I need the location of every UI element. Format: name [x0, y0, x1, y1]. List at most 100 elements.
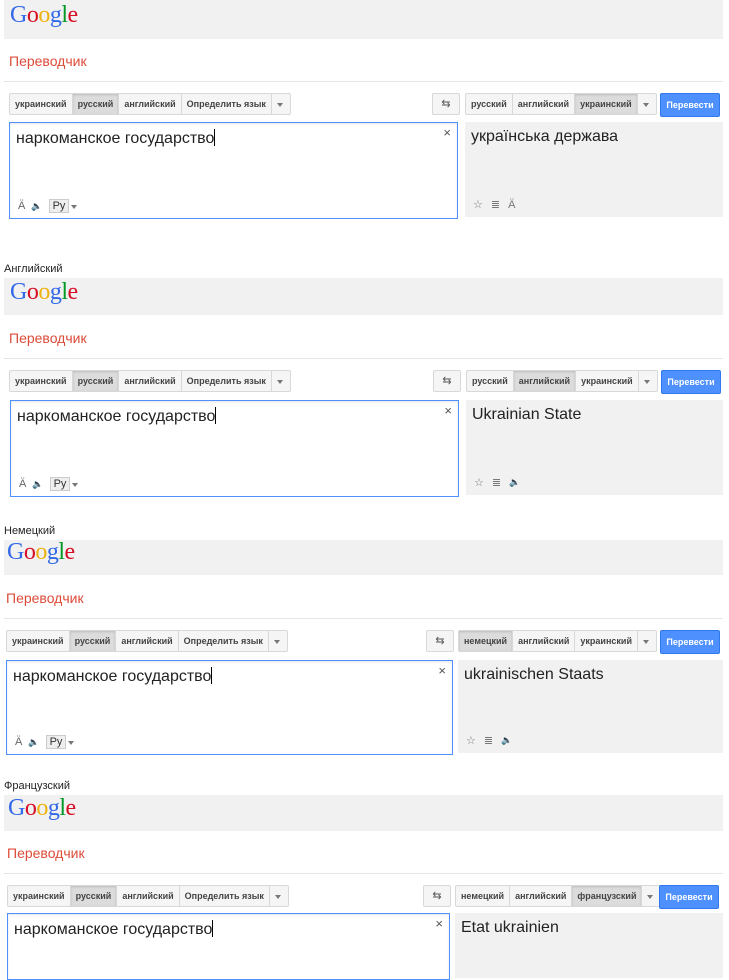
- target-lang-dropdown-icon[interactable]: [638, 631, 656, 651]
- source-text-box[interactable]: наркоманское государство × Ä 🔈 Ру: [9, 122, 458, 219]
- target-lang-3[interactable]: украинский: [576, 371, 639, 391]
- source-tools: Ä 🔈 Ру: [15, 735, 75, 749]
- google-logo[interactable]: Google: [7, 539, 75, 566]
- transliterate-icon[interactable]: Ä: [15, 736, 22, 748]
- chevron-down-icon[interactable]: [71, 204, 78, 212]
- transliterate-icon[interactable]: Ä: [508, 199, 515, 211]
- swap-languages-icon[interactable]: ⇆: [426, 630, 454, 652]
- list-icon[interactable]: ≣: [491, 198, 500, 211]
- clear-icon[interactable]: ×: [438, 663, 446, 678]
- list-icon[interactable]: ≣: [492, 476, 501, 489]
- star-icon[interactable]: ☆: [466, 734, 476, 747]
- source-lang-ukrainian[interactable]: украинский: [7, 631, 70, 651]
- source-lang-dropdown-icon[interactable]: [272, 94, 290, 114]
- page-title: Переводчик: [9, 53, 87, 69]
- speaker-icon[interactable]: 🔈: [32, 479, 43, 490]
- target-tools: ☆ ≣ 🔈: [474, 476, 520, 489]
- source-text-input[interactable]: наркоманское государство: [13, 667, 213, 686]
- source-lang-russian[interactable]: русский: [72, 94, 120, 114]
- source-lang-detect[interactable]: Определить язык: [179, 631, 269, 651]
- source-lang-ukrainian[interactable]: украинский: [10, 94, 73, 114]
- source-lang-english[interactable]: английский: [119, 94, 182, 114]
- target-lang-2[interactable]: английский: [513, 371, 577, 391]
- google-logo[interactable]: Google: [10, 2, 78, 29]
- target-lang-2[interactable]: английский: [513, 94, 576, 114]
- speaker-icon[interactable]: 🔈: [509, 477, 520, 488]
- list-icon[interactable]: ≣: [484, 734, 493, 747]
- source-text-input[interactable]: наркоманское государство: [14, 920, 214, 939]
- section-label: Французский: [4, 780, 70, 792]
- input-tools-button[interactable]: Ру: [45, 735, 67, 749]
- target-lang-dropdown-icon[interactable]: [638, 94, 656, 114]
- source-lang-russian[interactable]: русский: [70, 886, 118, 906]
- source-lang-bar: украинский русский английский Определить…: [7, 885, 289, 907]
- target-lang-2[interactable]: английский: [510, 886, 573, 906]
- speaker-icon[interactable]: 🔈: [28, 737, 39, 748]
- translate-button[interactable]: Перевести: [660, 93, 720, 117]
- target-lang-dropdown-icon[interactable]: [642, 886, 660, 906]
- target-text-box: Etat ukrainien: [455, 913, 723, 978]
- input-tools-button[interactable]: Ру: [48, 199, 70, 213]
- divider: [4, 618, 723, 619]
- source-lang-dropdown-icon[interactable]: [272, 371, 290, 391]
- translate-button[interactable]: Перевести: [660, 630, 720, 654]
- google-logo[interactable]: Google: [10, 279, 78, 306]
- section-label: Немецкий: [4, 525, 56, 537]
- source-lang-detect[interactable]: Определить язык: [180, 886, 270, 906]
- source-text-box[interactable]: наркоманское государство × Ä 🔈 Ру: [6, 660, 453, 755]
- target-lang-1[interactable]: немецкий: [459, 631, 514, 651]
- google-bar: [4, 540, 723, 575]
- source-lang-russian[interactable]: русский: [72, 371, 120, 391]
- transliterate-icon[interactable]: Ä: [19, 478, 26, 490]
- source-tools: Ä 🔈 Ру: [19, 477, 79, 491]
- target-lang-3[interactable]: украинский: [575, 631, 638, 651]
- translator-panel-3: Немецкий Google Переводчик украинский ру…: [0, 524, 729, 760]
- source-text-box[interactable]: наркоманское государство ×: [7, 913, 450, 980]
- target-tools: ☆ ≣ Ä: [473, 198, 515, 212]
- source-lang-russian[interactable]: русский: [69, 631, 117, 651]
- swap-languages-icon[interactable]: ⇆: [433, 370, 461, 392]
- target-lang-bar: русский английский украинский: [466, 370, 658, 392]
- target-text-box: ukrainischen Staats ☆ ≣ 🔈: [458, 660, 723, 753]
- source-lang-english[interactable]: английский: [119, 371, 182, 391]
- source-lang-detect[interactable]: Определить язык: [182, 94, 272, 114]
- swap-languages-icon[interactable]: ⇆: [432, 93, 460, 115]
- source-text-input[interactable]: наркоманское государство: [16, 129, 216, 148]
- target-lang-1[interactable]: русский: [466, 94, 513, 114]
- speaker-icon[interactable]: 🔈: [31, 201, 42, 212]
- target-lang-2[interactable]: английский: [513, 631, 576, 651]
- chevron-down-icon[interactable]: [68, 740, 75, 748]
- clear-icon[interactable]: ×: [435, 916, 443, 931]
- clear-icon[interactable]: ×: [444, 403, 452, 418]
- google-bar: [4, 795, 723, 831]
- target-lang-3[interactable]: французский: [572, 886, 643, 906]
- swap-languages-icon[interactable]: ⇆: [423, 885, 451, 907]
- source-lang-detect[interactable]: Определить язык: [182, 371, 272, 391]
- source-lang-ukrainian[interactable]: украинский: [8, 886, 71, 906]
- star-icon[interactable]: ☆: [474, 476, 484, 489]
- translate-button[interactable]: Перевести: [661, 370, 721, 394]
- transliterate-icon[interactable]: Ä: [18, 200, 25, 212]
- chevron-down-icon[interactable]: [72, 482, 79, 490]
- target-lang-1[interactable]: русский: [467, 371, 514, 391]
- speaker-icon[interactable]: 🔈: [501, 735, 512, 746]
- input-tools-button[interactable]: Ру: [49, 477, 71, 491]
- target-lang-1[interactable]: немецкий: [456, 886, 511, 906]
- source-lang-bar: украинский русский английский Определить…: [9, 370, 291, 392]
- google-logo[interactable]: Google: [8, 795, 76, 822]
- target-lang-3[interactable]: украинский: [575, 94, 638, 114]
- page-title: Переводчик: [9, 330, 87, 346]
- clear-icon[interactable]: ×: [443, 125, 451, 140]
- source-lang-english[interactable]: английский: [117, 886, 180, 906]
- source-lang-dropdown-icon[interactable]: [270, 886, 288, 906]
- target-lang-dropdown-icon[interactable]: [639, 371, 657, 391]
- source-lang-bar: украинский русский английский Определить…: [6, 630, 288, 652]
- source-lang-ukrainian[interactable]: украинский: [10, 371, 73, 391]
- source-text-box[interactable]: наркоманское государство × Ä 🔈 Ру: [10, 400, 459, 497]
- source-lang-english[interactable]: английский: [116, 631, 179, 651]
- source-lang-dropdown-icon[interactable]: [269, 631, 287, 651]
- translate-button[interactable]: Перевести: [659, 885, 719, 909]
- star-icon[interactable]: ☆: [473, 198, 483, 211]
- target-lang-bar: русский английский украинский: [465, 93, 657, 115]
- source-text-input[interactable]: наркоманское государство: [17, 407, 217, 426]
